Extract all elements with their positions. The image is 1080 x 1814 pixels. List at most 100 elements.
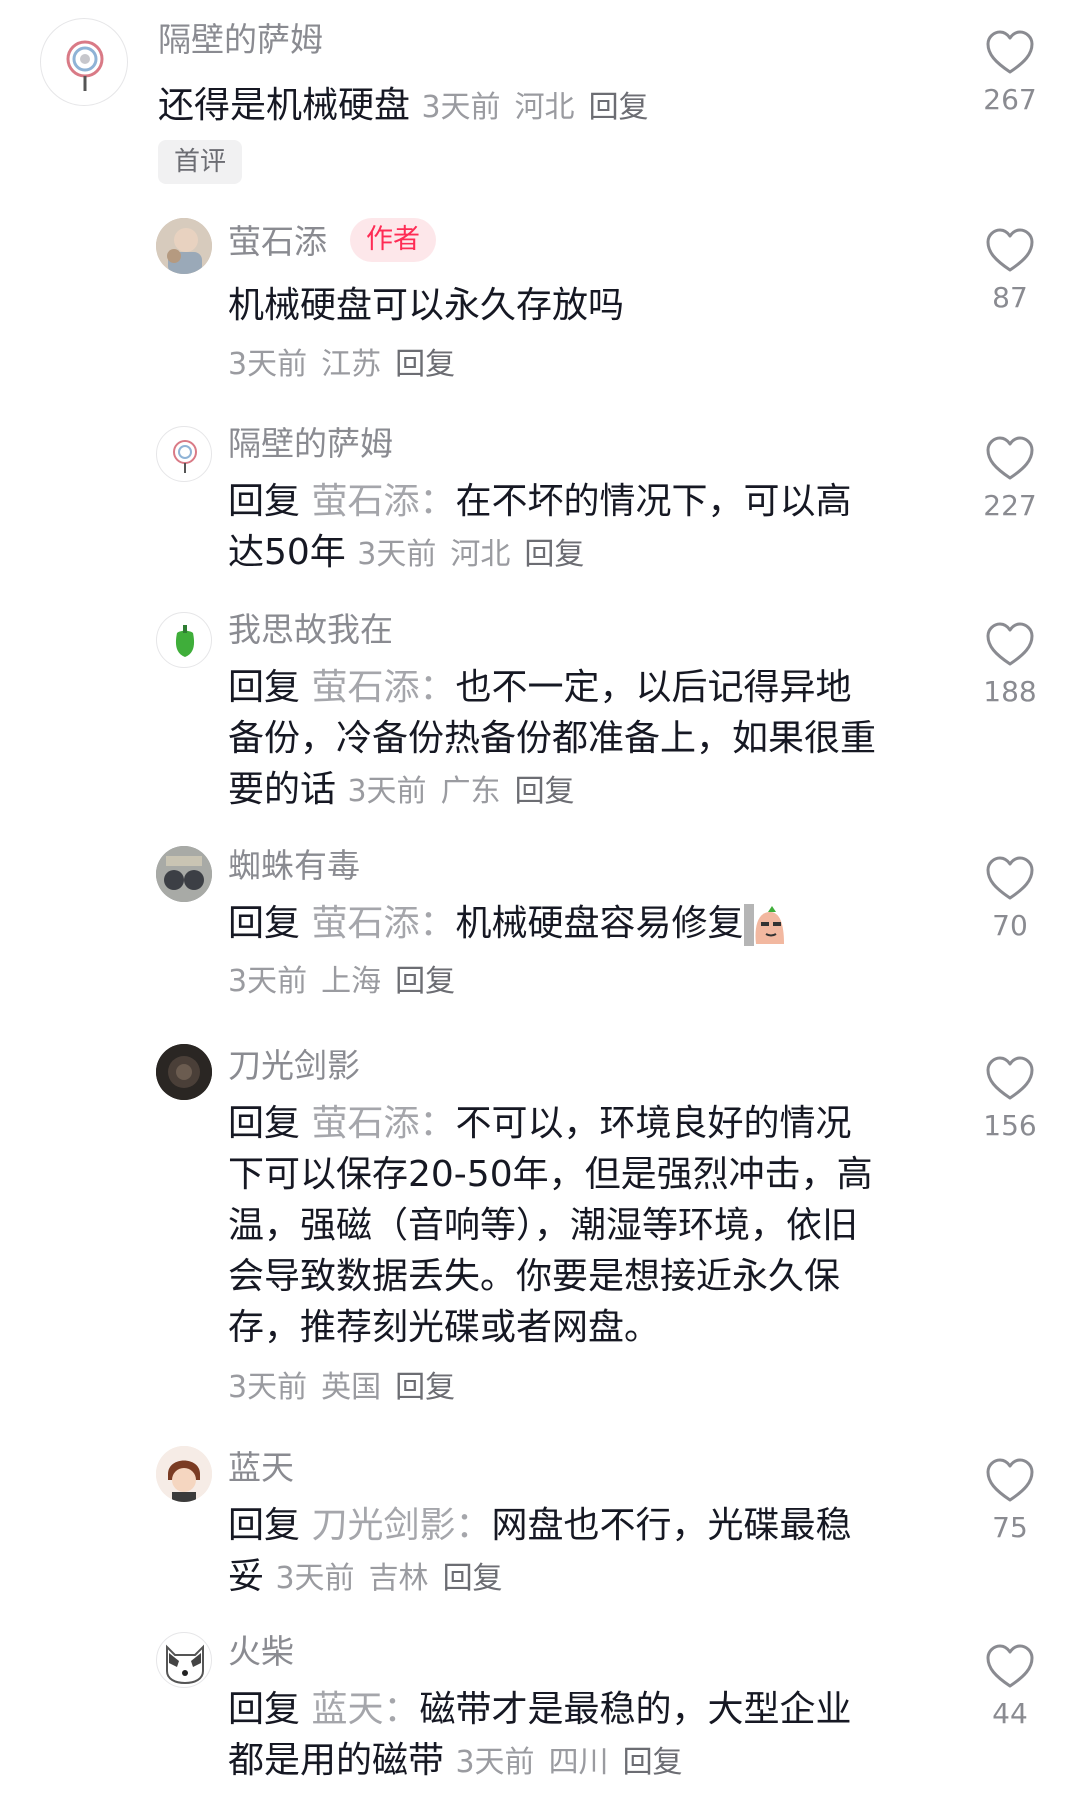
heart-outline-icon — [986, 1056, 1034, 1100]
reply-prefix: 回复 — [228, 481, 301, 522]
comment-body: 机械硬盘可以永久存放吗 — [228, 285, 625, 326]
like-count: 156 — [983, 1109, 1037, 1142]
reply-target[interactable]: 萤石添： — [311, 481, 455, 522]
heart-outline-icon — [986, 30, 1034, 74]
reply-target[interactable]: 萤石添： — [311, 903, 455, 944]
comment-location: 吉林 — [368, 1561, 429, 1596]
comment-meta: 3天前 吉林 回复 — [275, 1561, 516, 1596]
like-button[interactable]: 70 — [970, 856, 1050, 942]
comment-time: 3天前 — [357, 537, 437, 572]
comment-location: 河北 — [450, 537, 511, 572]
reply-target[interactable]: 蓝天： — [311, 1689, 419, 1730]
username[interactable]: 蓝天 — [228, 1448, 294, 1488]
reply-target[interactable]: 刀光剑影： — [311, 1505, 491, 1546]
avatar[interactable] — [156, 426, 212, 482]
comment-location: 四川 — [548, 1745, 609, 1780]
reply-prefix: 回复 — [228, 903, 301, 944]
avatar[interactable] — [156, 846, 212, 902]
comment-time: 3天前 — [275, 1561, 355, 1596]
username[interactable]: 蜘蛛有毒 — [228, 846, 360, 886]
reply-button[interactable]: 回复 — [395, 1370, 455, 1405]
comment-text: 回复 萤石添：不可以，环境良好的情况 下可以保存20-50年，但是强烈冲击，高 … — [228, 1098, 873, 1353]
comment-line: 网盘也不行，光碟最稳 — [491, 1505, 852, 1546]
comment-line: 达50年 — [228, 532, 346, 573]
comment-line: 要的话 — [228, 769, 337, 810]
like-button[interactable]: 75 — [970, 1458, 1050, 1544]
sticker-emoji — [743, 904, 786, 946]
comment-time: 3天前 — [421, 90, 501, 125]
avatar[interactable] — [156, 1632, 212, 1688]
comment-text: 回复 蓝天：磁带才是最稳的，大型企业 都是用的磁带 3天前 四川 回复 — [228, 1684, 852, 1788]
comment-time: 3天前 — [455, 1745, 535, 1780]
reply-prefix: 回复 — [228, 1103, 301, 1144]
first-comment-badge: 首评 — [158, 140, 243, 184]
comment-meta: 3天前 河北 回复 — [421, 90, 662, 125]
avatar[interactable] — [156, 218, 212, 274]
heart-outline-icon — [986, 436, 1034, 480]
username[interactable]: 刀光剑影 — [228, 1046, 360, 1086]
like-button[interactable]: 188 — [970, 622, 1050, 708]
like-count: 87 — [992, 281, 1028, 314]
username[interactable]: 我思故我在 — [228, 610, 393, 650]
like-button[interactable]: 44 — [970, 1644, 1050, 1730]
reply-button[interactable]: 回复 — [623, 1745, 683, 1780]
comment-meta: 3天前 上海 回复 — [228, 962, 469, 1002]
reply-prefix: 回复 — [228, 667, 301, 708]
like-button[interactable]: 267 — [970, 30, 1050, 116]
comment-time: 3天前 — [228, 964, 308, 999]
reply-target[interactable]: 萤石添： — [311, 667, 455, 708]
reply-button[interactable]: 回复 — [589, 90, 649, 125]
comment-line: 温，强磁（音响等），潮湿等环境，依旧 — [228, 1205, 859, 1246]
comment-location: 江苏 — [321, 347, 382, 382]
comment-line: 都是用的磁带 — [228, 1740, 445, 1781]
reply-button[interactable]: 回复 — [395, 964, 455, 999]
like-count: 70 — [992, 909, 1028, 942]
username[interactable]: 隔壁的萨姆 — [158, 20, 323, 60]
username[interactable]: 火柴 — [228, 1632, 294, 1672]
comment-meta: 3天前 四川 回复 — [455, 1745, 696, 1780]
like-count: 188 — [983, 675, 1037, 708]
comment-line: 备份，冷备份热备份都准备上，如果很重 — [228, 718, 877, 759]
comment-line: 会导致数据丢失。你要是想接近永久保 — [228, 1256, 841, 1297]
comment-line: 不可以，环境良好的情况 — [455, 1103, 852, 1144]
username[interactable]: 隔壁的萨姆 — [228, 424, 393, 464]
comment-time: 3天前 — [228, 1370, 308, 1405]
avatar[interactable] — [156, 1446, 212, 1502]
avatar[interactable] — [156, 1044, 212, 1100]
comment-location: 广东 — [440, 774, 501, 809]
heart-outline-icon — [986, 1644, 1034, 1688]
heart-outline-icon — [986, 1458, 1034, 1502]
comment-text: 回复 萤石添：也不一定，以后记得异地 备份，冷备份热备份都准备上，如果很重 要的… — [228, 662, 876, 817]
reply-button[interactable]: 回复 — [524, 537, 584, 572]
comment-body: 还得是机械硬盘 — [158, 85, 411, 126]
reply-prefix: 回复 — [228, 1505, 301, 1546]
username[interactable]: 萤石添 — [228, 222, 327, 262]
comment-line: 妥 — [228, 1556, 265, 1597]
like-button[interactable]: 87 — [970, 228, 1050, 314]
comment-time: 3天前 — [347, 774, 427, 809]
like-count: 44 — [992, 1697, 1028, 1730]
comment-meta: 3天前 河北 回复 — [357, 537, 598, 572]
avatar[interactable] — [156, 612, 212, 668]
like-button[interactable]: 156 — [970, 1056, 1050, 1142]
author-badge: 作者 — [350, 218, 436, 262]
comment-line: 磁带才是最稳的，大型企业 — [419, 1689, 852, 1730]
comment-location: 河北 — [514, 90, 575, 125]
comment-line: 也不一定，以后记得异地 — [455, 667, 852, 708]
comment-line: 存，推荐刻光碟或者网盘。 — [228, 1307, 661, 1348]
comment-meta: 3天前 广东 回复 — [347, 774, 588, 809]
comment-text: 回复 萤石添：在不坏的情况下，可以高 达50年 3天前 河北 回复 — [228, 476, 852, 580]
like-count: 267 — [983, 83, 1037, 116]
avatar[interactable] — [40, 18, 128, 106]
comment-time: 3天前 — [228, 347, 308, 382]
heart-outline-icon — [986, 622, 1034, 666]
comment-text: 还得是机械硬盘 3天前 河北 回复 — [158, 80, 663, 133]
reply-target[interactable]: 萤石添： — [311, 1103, 455, 1144]
like-button[interactable]: 227 — [970, 436, 1050, 522]
reply-button[interactable]: 回复 — [515, 774, 575, 809]
comment-meta: 3天前 英国 回复 — [228, 1368, 469, 1408]
reply-button[interactable]: 回复 — [395, 347, 455, 382]
reply-button[interactable]: 回复 — [443, 1561, 503, 1596]
comment-line: 在不坏的情况下，可以高 — [455, 481, 852, 522]
comment-line: 下可以保存20-50年，但是强烈冲击，高 — [228, 1154, 873, 1195]
